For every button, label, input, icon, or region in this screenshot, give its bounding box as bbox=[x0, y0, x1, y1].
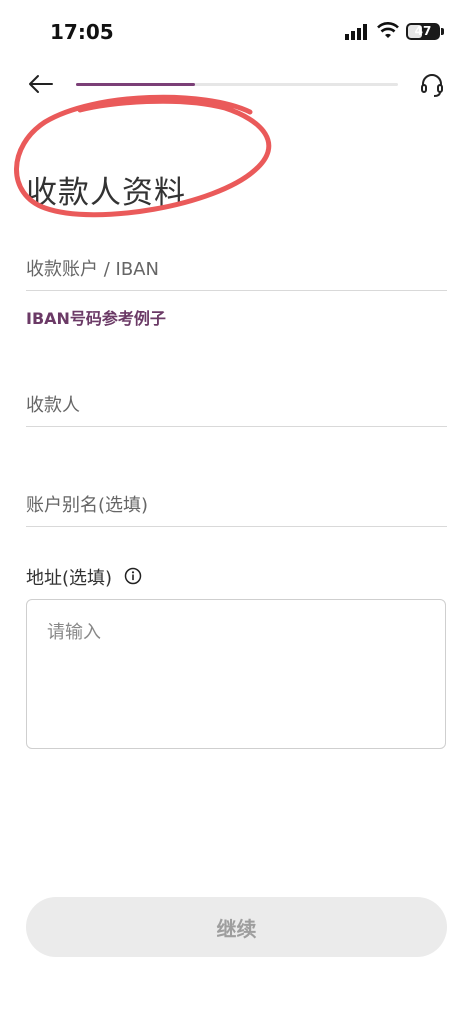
account-input[interactable] bbox=[26, 252, 447, 286]
headset-icon[interactable] bbox=[419, 72, 445, 98]
page-title: 收款人资料 bbox=[26, 174, 186, 211]
address-label: 地址(选填) bbox=[26, 568, 113, 589]
alias-field[interactable] bbox=[26, 488, 447, 527]
status-bar: 17:05 47 bbox=[0, 0, 473, 64]
address-textarea[interactable] bbox=[26, 599, 446, 749]
status-time: 17:05 bbox=[50, 20, 114, 44]
alias-input[interactable] bbox=[26, 488, 447, 522]
battery-icon: 47 bbox=[406, 23, 440, 40]
battery-level: 47 bbox=[414, 24, 432, 38]
signal-icon bbox=[345, 24, 367, 40]
progress-bar bbox=[76, 83, 398, 86]
payee-field[interactable] bbox=[26, 388, 447, 427]
wifi-icon bbox=[377, 22, 399, 38]
iban-example-link[interactable]: IBAN号码参考例子 bbox=[26, 305, 166, 329]
account-field[interactable] bbox=[26, 252, 447, 291]
continue-button[interactable]: 继续 bbox=[26, 897, 447, 957]
payee-input[interactable] bbox=[26, 388, 447, 422]
info-icon[interactable] bbox=[124, 567, 142, 585]
back-arrow-icon[interactable] bbox=[26, 72, 54, 96]
progress-fill bbox=[76, 83, 196, 86]
